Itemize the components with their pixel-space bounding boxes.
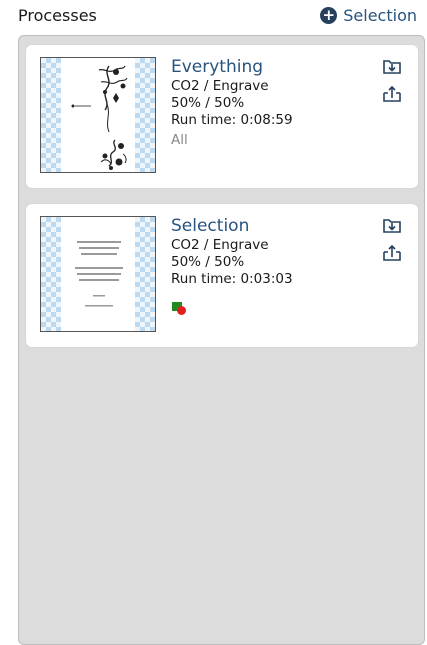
import-folder-icon[interactable] [382, 57, 402, 75]
run-time: Run time: 0:08:59 [171, 112, 293, 128]
panel-title: Processes [18, 6, 97, 25]
thumbnail-transparency [41, 58, 61, 172]
process-name[interactable]: Everything [171, 57, 293, 77]
export-tray-icon[interactable] [382, 85, 402, 103]
export-tray-icon[interactable] [382, 244, 402, 262]
process-info: Everything CO2 / Engrave 50% / 50% Run t… [171, 57, 293, 148]
thumbnail-transparency [41, 217, 61, 331]
laser-mode: CO2 / Engrave [171, 78, 269, 94]
process-scope: All [171, 132, 188, 148]
process-thumbnail [40, 57, 156, 173]
text-design-preview [61, 217, 135, 331]
process-card[interactable]: Selection CO2 / Engrave 50% / 50% Run ti… [26, 204, 418, 347]
process-thumbnail [40, 216, 156, 332]
process-actions [382, 57, 402, 103]
floral-design-preview [61, 58, 135, 172]
run-time: Run time: 0:03:03 [171, 271, 293, 287]
thumbnail-transparency [135, 58, 155, 172]
thumbnail-transparency [135, 217, 155, 331]
add-selection-label: Selection [343, 6, 417, 25]
import-folder-icon[interactable] [382, 216, 402, 234]
process-card[interactable]: Everything CO2 / Engrave 50% / 50% Run t… [26, 45, 418, 188]
selection-status-icon [172, 302, 188, 316]
power-speed: 50% / 50% [171, 254, 245, 270]
process-name[interactable]: Selection [171, 216, 293, 236]
power-speed: 50% / 50% [171, 95, 245, 111]
laser-mode: CO2 / Engrave [171, 237, 269, 253]
process-info: Selection CO2 / Engrave 50% / 50% Run ti… [171, 216, 293, 288]
process-actions [382, 216, 402, 262]
process-list: Everything CO2 / Engrave 50% / 50% Run t… [18, 35, 425, 645]
processes-header: Processes + Selection [0, 0, 427, 34]
plus-circle-icon: + [320, 7, 338, 24]
add-selection-button[interactable]: + Selection [320, 6, 417, 25]
